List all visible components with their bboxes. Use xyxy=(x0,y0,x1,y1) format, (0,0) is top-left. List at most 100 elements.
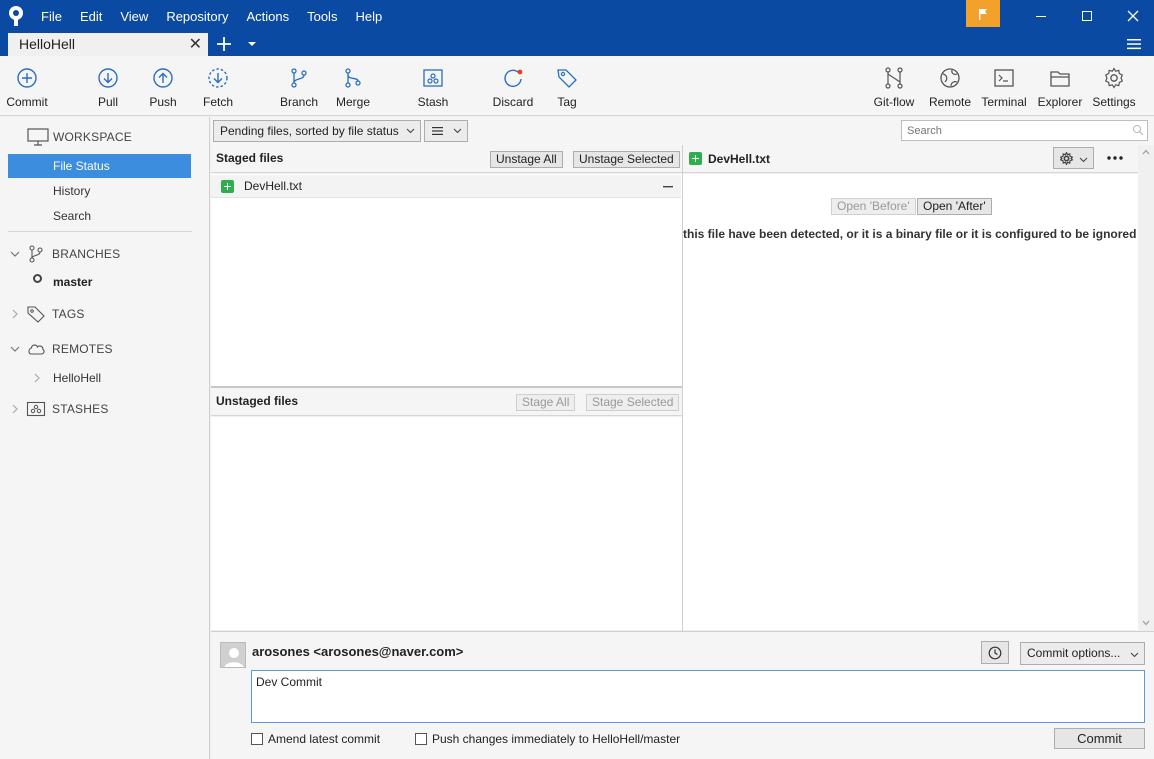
amend-label: Amend latest commit xyxy=(268,732,381,746)
close-window-button[interactable] xyxy=(1110,0,1154,32)
gitflow-icon xyxy=(885,67,903,89)
terminal-icon xyxy=(994,69,1014,87)
amend-checkbox[interactable] xyxy=(251,733,263,745)
settings-button[interactable]: Settings xyxy=(1090,56,1138,116)
sidebar: WORKSPACE File Status History Search BRA… xyxy=(0,117,210,759)
unstage-file-icon[interactable] xyxy=(663,186,673,188)
stage-selected-button[interactable]: Stage Selected xyxy=(586,394,680,411)
current-branch-icon xyxy=(33,274,42,283)
menu-edit[interactable]: Edit xyxy=(71,9,111,24)
remote-button[interactable]: Remote xyxy=(927,56,973,116)
commit-label: Commit xyxy=(6,95,48,109)
sidebar-item-file-status[interactable]: File Status xyxy=(8,154,191,178)
minimize-button[interactable] xyxy=(1018,0,1064,32)
tags-label: TAGS xyxy=(52,307,85,321)
fetch-button[interactable]: Fetch xyxy=(198,56,238,116)
workspace-header[interactable]: WORKSPACE xyxy=(27,126,132,148)
chevron-down-icon xyxy=(453,128,462,134)
stage-all-button[interactable]: Stage All xyxy=(516,394,576,411)
gitflow-label: Git-flow xyxy=(873,95,915,109)
chevron-right-icon[interactable] xyxy=(33,373,41,383)
scroll-up-icon[interactable] xyxy=(1142,149,1150,155)
diff-header: DevHell.txt xyxy=(683,145,1154,173)
terminal-button[interactable]: Terminal xyxy=(979,56,1029,116)
stashes-header[interactable]: STASHES xyxy=(10,398,109,420)
commit-message-input[interactable]: Dev Commit xyxy=(251,670,1145,723)
commit-options-dropdown[interactable]: Commit options... xyxy=(1020,642,1145,665)
discard-button[interactable]: Discard xyxy=(491,56,535,116)
branches-header[interactable]: BRANCHES xyxy=(10,243,120,265)
file-added-icon xyxy=(221,180,234,193)
menu-bar: File Edit View Repository Actions Tools … xyxy=(32,0,391,32)
file-added-icon xyxy=(689,152,702,165)
sidebar-item-remote-hellohell[interactable]: HelloHell xyxy=(53,371,101,385)
menu-repository[interactable]: Repository xyxy=(157,9,237,24)
merge-icon xyxy=(345,68,361,88)
sidebar-item-master[interactable]: master xyxy=(53,275,92,289)
file-filter-dropdown[interactable]: Pending files, sorted by file status xyxy=(213,120,421,142)
search-input[interactable] xyxy=(901,120,1148,141)
staged-file-row[interactable]: DevHell.txt xyxy=(211,175,681,198)
remotes-label: REMOTES xyxy=(52,342,113,356)
chevron-down-icon xyxy=(10,346,20,352)
hamburger-menu-icon[interactable] xyxy=(1126,36,1142,52)
merge-label: Merge xyxy=(335,95,370,109)
menu-help[interactable]: Help xyxy=(346,9,391,24)
diff-settings-dropdown[interactable] xyxy=(1053,147,1094,169)
sidebar-divider xyxy=(8,231,192,232)
menu-file[interactable]: File xyxy=(32,9,71,24)
branch-icon xyxy=(29,245,43,263)
stash-button[interactable]: Stash xyxy=(413,56,453,116)
stash-icon xyxy=(26,401,46,417)
menu-tools[interactable]: Tools xyxy=(298,9,346,24)
unstage-selected-button[interactable]: Unstage Selected xyxy=(573,151,680,168)
minimize-icon xyxy=(1036,16,1046,17)
fetch-icon xyxy=(208,68,228,88)
tab-dropdown-icon[interactable] xyxy=(246,38,258,50)
gitflow-button[interactable]: Git-flow xyxy=(870,56,918,116)
push-button[interactable]: Push xyxy=(143,56,183,116)
explorer-label: Explorer xyxy=(1037,95,1083,109)
more-options-icon[interactable] xyxy=(1107,156,1123,160)
commit-button[interactable]: Commit xyxy=(1054,728,1145,749)
menu-actions[interactable]: Actions xyxy=(237,9,298,24)
menu-view[interactable]: View xyxy=(111,9,157,24)
chevron-right-icon xyxy=(12,404,18,414)
push-icon xyxy=(153,68,173,88)
commit-icon xyxy=(17,68,37,88)
chevron-down-icon xyxy=(406,128,415,134)
staged-file-name: DevHell.txt xyxy=(244,179,303,193)
sidebar-item-history[interactable]: History xyxy=(8,179,191,203)
tag-button[interactable]: Tag xyxy=(552,56,582,116)
branch-button[interactable]: Branch xyxy=(277,56,321,116)
open-after-button[interactable]: Open 'After' xyxy=(917,198,992,215)
close-tab-icon[interactable]: ✕ xyxy=(189,33,202,56)
stash-icon xyxy=(423,69,443,87)
explorer-button[interactable]: Explorer xyxy=(1036,56,1084,116)
chevron-down-icon xyxy=(1130,652,1139,658)
tab-label: HelloHell xyxy=(19,36,76,52)
sidebar-item-search[interactable]: Search xyxy=(8,204,191,228)
stash-label: Stash xyxy=(417,95,449,109)
unstage-all-button[interactable]: Unstage All xyxy=(490,151,563,168)
diff-scrollbar[interactable] xyxy=(1138,145,1154,630)
staged-files-list: DevHell.txt xyxy=(211,174,682,386)
pull-icon xyxy=(98,68,118,88)
view-mode-dropdown[interactable] xyxy=(424,120,468,142)
tags-header[interactable]: TAGS xyxy=(10,303,85,325)
branch-icon xyxy=(291,68,307,88)
maximize-button[interactable] xyxy=(1064,0,1110,32)
push-immediately-checkbox[interactable] xyxy=(415,733,427,745)
open-before-button[interactable]: Open 'Before' xyxy=(831,198,916,215)
tab-hellohell[interactable]: HelloHell ✕ xyxy=(8,33,208,56)
new-tab-icon[interactable] xyxy=(214,33,234,55)
commit-toolbar-button[interactable]: Commit xyxy=(3,56,51,116)
merge-button[interactable]: Merge xyxy=(332,56,374,116)
flag-icon xyxy=(979,8,987,20)
pull-button[interactable]: Pull xyxy=(88,56,128,116)
remotes-header[interactable]: REMOTES xyxy=(10,338,113,360)
tag-label: Tag xyxy=(557,95,577,109)
scroll-down-icon[interactable] xyxy=(1142,620,1150,626)
commit-history-button[interactable] xyxy=(981,641,1009,664)
notification-flag-button[interactable] xyxy=(966,0,1000,27)
